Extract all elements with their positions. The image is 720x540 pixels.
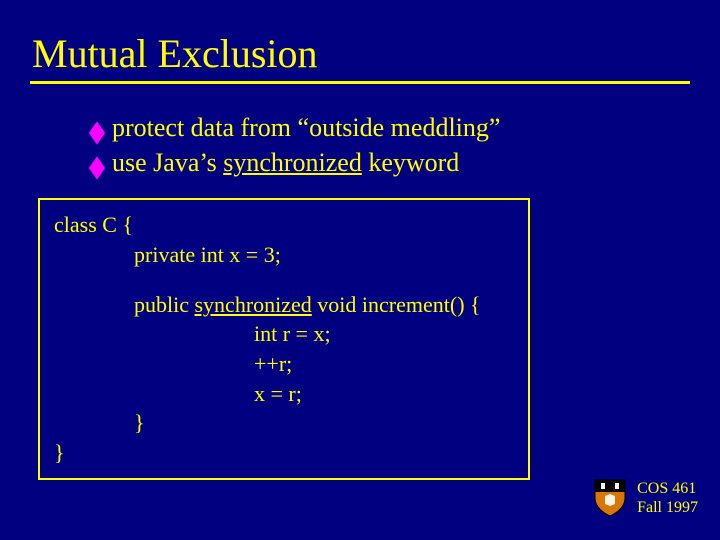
code-span-underlined: synchronized [195,292,312,317]
slide: Mutual Exclusion protect data from “outs… [0,0,720,540]
footer: COS 461 Fall 1997 [593,478,698,518]
diamond-bullet-icon [89,156,105,179]
code-blank-line [54,270,514,290]
code-line: int r = x; [54,319,514,349]
code-box: class C { private int x = 3; public sync… [38,198,530,480]
footer-course: COS 461 [637,479,698,498]
code-line: class C { [54,210,514,240]
code-line: } [54,408,514,438]
bullet-text-pre: protect data from [112,113,298,142]
code-span: void increment() { [312,292,481,317]
slide-title: Mutual Exclusion [32,30,690,77]
bullet-item: use Java’s synchronized keyword [90,145,690,180]
bullet-text-underlined: synchronized [223,148,362,177]
bullet-text: use Java’s synchronized keyword [112,145,459,180]
code-line: x = r; [54,379,514,409]
bullet-text-post: keyword [362,148,459,177]
bullet-text: protect data from “outside meddling” [112,110,500,145]
code-line: private int x = 3; [54,240,514,270]
bullet-text-pre: use Java’s [112,148,223,177]
bullet-item: protect data from “outside meddling” [90,110,690,145]
diamond-bullet-icon [89,121,105,144]
princeton-shield-icon [593,478,627,518]
code-line: public synchronized void increment() { [54,290,514,320]
bullet-text-quoted: “outside meddling” [298,113,501,142]
code-line: ++r; [54,349,514,379]
footer-text: COS 461 Fall 1997 [637,479,698,517]
code-span: public [134,292,195,317]
code-line: } [54,438,514,468]
footer-term: Fall 1997 [637,498,698,517]
bullet-list: protect data from “outside meddling” use… [90,110,690,180]
title-rule [30,81,690,84]
